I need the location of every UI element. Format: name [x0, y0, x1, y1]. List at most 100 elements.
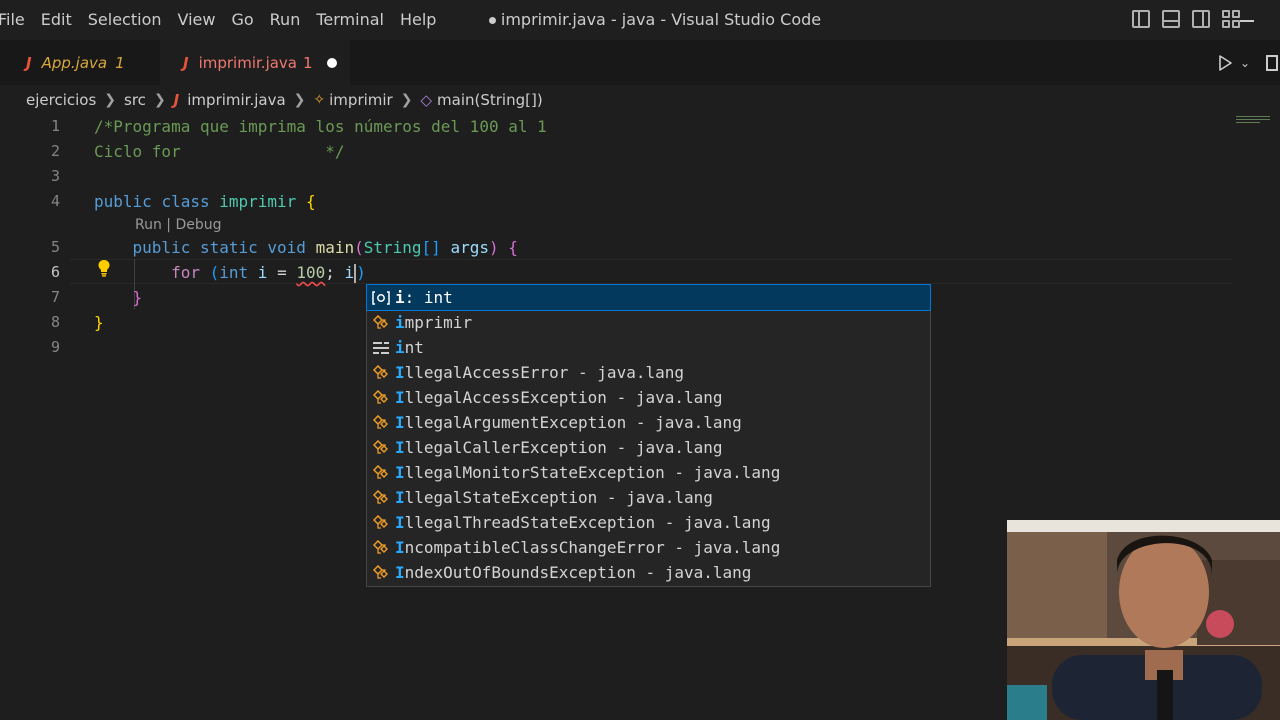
line-number: 5 [50, 238, 60, 256]
suggestion-match: i [395, 338, 405, 357]
codelens-run-debug[interactable]: Run | Debug [135, 214, 222, 236]
toggle-secondary-sidebar-icon[interactable] [1192, 10, 1210, 28]
suggestion-label: ndexOutOfBoundsException - java.lang [404, 563, 752, 582]
suggestion-item[interactable]: IndexOutOfBoundsException - java.lang [367, 560, 930, 585]
line-number: 4 [50, 192, 60, 210]
suggestion-match: I [395, 538, 405, 557]
menu-selection[interactable]: Selection [80, 0, 170, 40]
code-line-6: for (int i = 100; i) [171, 263, 366, 283]
suggestion-match: I [395, 563, 405, 582]
toggle-panel-icon[interactable] [1162, 10, 1180, 28]
tab-label: imprimir.java [198, 54, 297, 72]
variable-icon [367, 290, 395, 305]
menu-help[interactable]: Help [392, 0, 444, 40]
chevron-down-icon[interactable]: ⌄ [1240, 56, 1250, 70]
code-line-8: } [94, 313, 104, 332]
suggestion-item[interactable]: i : int [366, 284, 931, 311]
suggestion-item[interactable]: IllegalCallerException - java.lang [367, 435, 930, 460]
java-icon: J [173, 91, 180, 109]
lightbulb-icon[interactable] [97, 259, 111, 277]
unsaved-changes-icon[interactable] [326, 58, 337, 68]
suggestion-match: i [395, 313, 405, 332]
class-icon [367, 414, 395, 431]
split-editor-icon[interactable] [1266, 54, 1278, 71]
class-icon [367, 564, 395, 581]
suggestion-match: I [395, 363, 405, 382]
suggestion-item[interactable]: IllegalThreadStateException - java.lang [367, 510, 930, 535]
suggestion-item[interactable]: i nt [367, 335, 930, 360]
tab-app-java[interactable]: J App.java 1 [0, 40, 160, 85]
class-icon [367, 489, 395, 506]
breadcrumb-class[interactable]: imprimir [329, 91, 393, 109]
suggestion-label: llegalAccessException - java.lang [404, 388, 723, 407]
class-icon [367, 364, 395, 381]
suggestion-item[interactable]: i mprimir [367, 310, 930, 335]
menu-file[interactable]: File [0, 0, 33, 40]
breadcrumb-file[interactable]: imprimir.java [187, 91, 285, 109]
line-number: 7 [50, 288, 60, 306]
problem-count-badge: 1 [303, 54, 313, 72]
menu-terminal[interactable]: Terminal [308, 0, 392, 40]
keyword-icon [367, 341, 395, 355]
suggestion-label: nt [404, 338, 424, 357]
suggestion-label: mprimir [404, 313, 473, 332]
menu-view[interactable]: View [170, 0, 224, 40]
suggestion-item[interactable]: IncompatibleClassChangeError - java.lang [367, 535, 930, 560]
breadcrumb-folder[interactable]: ejercicios [26, 91, 96, 109]
breadcrumb: ejercicios ❯ src ❯ J imprimir.java ❯ ✧ i… [26, 86, 543, 114]
suggestion-label: llegalStateException - java.lang [404, 488, 713, 507]
suggestion-label: llegalArgumentException - java.lang [404, 413, 742, 432]
suggestion-label: ncompatibleClassChangeError - java.lang [404, 538, 781, 557]
class-icon [367, 539, 395, 556]
chevron-right-icon: ❯ [104, 92, 117, 108]
suggestion-match: I [395, 463, 405, 482]
menu-go[interactable]: Go [223, 0, 261, 40]
breadcrumb-folder[interactable]: src [124, 91, 146, 109]
suggestion-item[interactable]: IllegalStateException - java.lang [367, 485, 930, 510]
suggestion-match: I [395, 513, 405, 532]
line-number: 2 [50, 142, 60, 160]
suggestion-match: I [395, 438, 405, 457]
chevron-right-icon: ❯ [400, 92, 413, 108]
webcam-overlay [1007, 520, 1280, 720]
suggestion-item[interactable]: IllegalAccessException - java.lang [367, 385, 930, 410]
suggestion-item[interactable]: IllegalAccessError - java.lang [367, 360, 930, 385]
tab-bar: J App.java 1 J imprimir.java 1 [0, 40, 1280, 85]
method-icon: ◇ [420, 91, 433, 109]
customize-layout-icon[interactable] [1222, 10, 1240, 28]
chevron-right-icon: ❯ [153, 92, 166, 108]
suggestion-label: llegalMonitorStateException - java.lang [404, 463, 781, 482]
suggestion-match: I [395, 388, 405, 407]
toggle-primary-sidebar-icon[interactable] [1132, 10, 1150, 28]
java-icon: J [26, 53, 32, 72]
suggestion-label: : int [404, 288, 453, 307]
minimize-icon[interactable] [1240, 20, 1254, 22]
minimap[interactable] [1236, 116, 1270, 124]
suggestion-match: i [395, 288, 405, 307]
suggestion-label: llegalThreadStateException - java.lang [404, 513, 771, 532]
menu-run[interactable]: Run [262, 0, 309, 40]
suggestion-item[interactable]: IllegalArgumentException - java.lang [367, 410, 930, 435]
run-icon[interactable] [1218, 54, 1232, 71]
class-icon: ✧ [313, 92, 326, 108]
suggestion-label: llegalCallerException - java.lang [404, 438, 723, 457]
menu-edit[interactable]: Edit [33, 0, 80, 40]
code-line-1: /*Programa que imprima los números del 1… [94, 117, 547, 136]
line-number: 3 [50, 167, 60, 185]
tab-imprimir-java[interactable]: J imprimir.java 1 [160, 40, 350, 85]
unsaved-dot-icon [488, 17, 496, 24]
suggestion-item[interactable]: IllegalMonitorStateException - java.lang [367, 460, 930, 485]
line-number: 9 [50, 338, 60, 356]
code-line-7: } [132, 288, 143, 307]
java-icon: J [183, 54, 189, 72]
class-icon [367, 514, 395, 531]
code-line-5: public static void main(String[] args) { [132, 238, 518, 257]
presenter-video-image [1007, 520, 1280, 720]
autocomplete-suggestions: i : int i mprimir i nt IllegalAccessError - j… [366, 284, 931, 587]
code-line-2: Ciclo for */ [94, 142, 345, 161]
class-icon [367, 389, 395, 406]
menu-bar: File Edit Selection View Go Run Terminal… [0, 0, 444, 40]
class-icon [367, 314, 395, 331]
layout-controls [1132, 10, 1240, 28]
breadcrumb-method[interactable]: main(String[]) [437, 91, 543, 109]
